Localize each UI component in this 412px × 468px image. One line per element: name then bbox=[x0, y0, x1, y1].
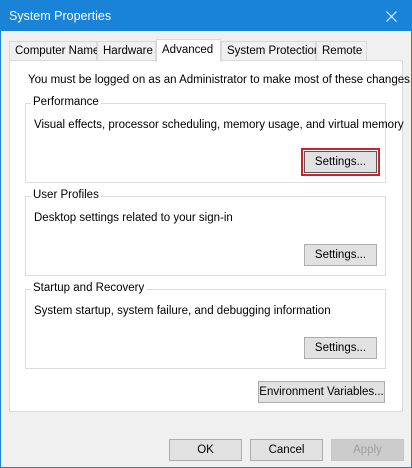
window-title: System Properties bbox=[9, 9, 112, 23]
close-icon bbox=[385, 10, 397, 22]
startup-recovery-settings-button[interactable]: Settings... bbox=[304, 337, 377, 359]
tab-remote[interactable]: Remote bbox=[316, 41, 367, 60]
tab-label: System Protection bbox=[227, 45, 321, 57]
admin-notice: You must be logged on as an Administrato… bbox=[28, 74, 412, 86]
advanced-tab-panel: You must be logged on as an Administrato… bbox=[9, 60, 411, 412]
button-label: Settings... bbox=[314, 249, 367, 261]
title-bar[interactable]: System Properties bbox=[1, 1, 411, 31]
user-profiles-group: User Profiles Desktop settings related t… bbox=[25, 189, 386, 276]
tab-hardware[interactable]: Hardware bbox=[97, 41, 156, 60]
button-label: Settings... bbox=[314, 342, 367, 354]
button-label: OK bbox=[197, 444, 214, 456]
button-label: Cancel bbox=[268, 444, 305, 456]
ok-button[interactable]: OK bbox=[169, 439, 242, 461]
startup-recovery-group: Startup and Recovery System startup, sys… bbox=[25, 282, 386, 369]
performance-description: Visual effects, processor scheduling, me… bbox=[34, 119, 404, 131]
button-label: Environment Variables... bbox=[259, 386, 384, 398]
user-profiles-title: User Profiles bbox=[31, 189, 101, 201]
startup-recovery-title: Startup and Recovery bbox=[31, 282, 147, 294]
tab-system-protection[interactable]: System Protection bbox=[221, 41, 320, 60]
tab-label: Advanced bbox=[162, 44, 214, 56]
tab-computer-name[interactable]: Computer Name bbox=[9, 41, 100, 60]
tab-advanced[interactable]: Advanced bbox=[156, 39, 221, 62]
system-properties-window: System Properties Computer Name Hardware… bbox=[0, 0, 412, 468]
performance-title: Performance bbox=[31, 96, 101, 108]
button-label: Settings... bbox=[314, 156, 367, 168]
performance-settings-button[interactable]: Settings... bbox=[301, 148, 380, 176]
apply-button[interactable]: Apply bbox=[331, 439, 404, 461]
user-profiles-settings-button[interactable]: Settings... bbox=[304, 244, 377, 266]
tab-label: Remote bbox=[322, 45, 363, 57]
button-label: Apply bbox=[353, 444, 382, 456]
close-button[interactable] bbox=[371, 1, 411, 31]
cancel-button[interactable]: Cancel bbox=[250, 439, 323, 461]
tab-label: Hardware bbox=[103, 45, 153, 57]
performance-group: Performance Visual effects, processor sc… bbox=[25, 96, 404, 183]
environment-variables-button[interactable]: Environment Variables... bbox=[258, 381, 385, 403]
tab-label: Computer Name bbox=[15, 45, 100, 57]
user-profiles-description: Desktop settings related to your sign-in bbox=[34, 212, 233, 224]
startup-recovery-description: System startup, system failure, and debu… bbox=[34, 305, 331, 317]
